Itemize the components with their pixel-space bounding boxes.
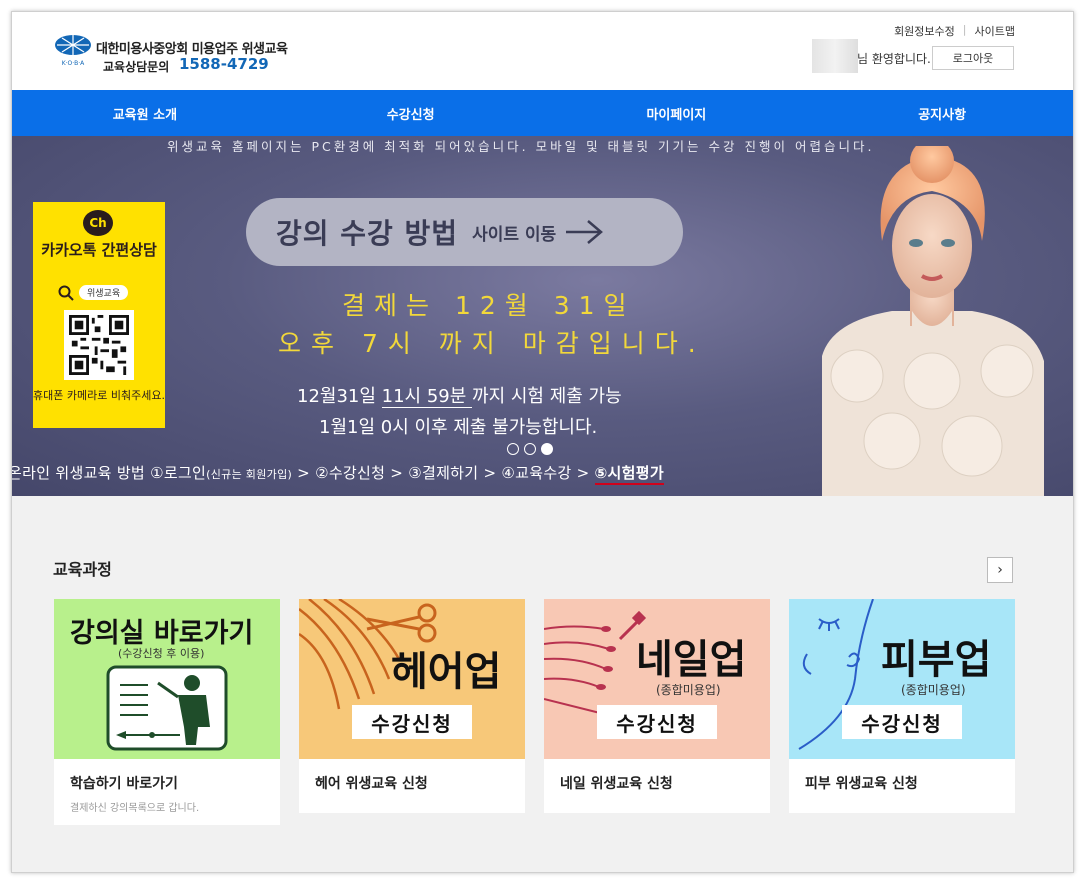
- card-title[interactable]: 피부 위생교육 신청: [789, 759, 1015, 793]
- main-nav: 교육원 소개 수강신청 마이페이지 공지사항: [12, 90, 1073, 136]
- course-card-hair[interactable]: 헤어업 수강신청 헤어 위생교육 신청: [299, 599, 525, 813]
- next-arrow-button[interactable]: ›: [987, 557, 1013, 583]
- nav-about[interactable]: 교육원 소개: [12, 90, 278, 136]
- course-card-classroom[interactable]: 강의실 바로가기 (수강신청 후 이용) 학습하기 바로가기 결제하신 강의목록…: [54, 599, 280, 825]
- qr-code: [64, 310, 134, 380]
- arrow-right-icon: [566, 220, 604, 244]
- card-description: 결제하신 강의목록으로 갑니다.: [70, 803, 200, 814]
- slider-dots: [507, 443, 553, 455]
- kakao-instruction: 휴대폰 카메라로 비춰주세요.: [33, 389, 165, 402]
- how-to-site-button[interactable]: 강의 수강 방법 사이트 이동: [246, 198, 683, 266]
- pill-main-text: 강의 수강 방법: [276, 217, 459, 250]
- top-links: 회원정보수정 | 사이트맵: [894, 23, 1015, 39]
- edit-profile-link[interactable]: 회원정보수정: [894, 23, 955, 39]
- kakao-title: 카카오톡 간편상담: [41, 241, 157, 259]
- course-card-skin[interactable]: 피부업 (종합미용업) 수강신청 피부 위생교육 신청: [789, 599, 1015, 813]
- exam-closed-info: 1월1일 0시 이후 제출 불가능합니다.: [319, 417, 598, 438]
- apply-button[interactable]: 수강신청: [597, 705, 717, 739]
- sitemap-link[interactable]: 사이트맵: [975, 23, 1015, 39]
- hero-banner[interactable]: 위생교육 홈페이지는 PC환경에 최적화 되어있습니다. 모바일 및 태블릿 기…: [12, 136, 1073, 496]
- deadline-line-1: 결제는 12월 31일: [342, 291, 636, 320]
- logout-button[interactable]: 로그아웃: [932, 46, 1014, 70]
- model-illustration: [822, 146, 1044, 496]
- slide-dot-3[interactable]: [541, 443, 553, 455]
- koba-logo-icon[interactable]: K·O·B·A: [53, 31, 93, 71]
- card-image-subtitle: (종합미용업): [901, 683, 966, 697]
- deadline-line-2: 오후 7시 까지 마감입니다.: [278, 329, 706, 358]
- card-title[interactable]: 헤어 위생교육 신청: [299, 759, 525, 793]
- svg-text:K·O·B·A: K·O·B·A: [62, 60, 85, 67]
- link-divider: |: [962, 23, 967, 36]
- apply-button[interactable]: 수강신청: [842, 705, 962, 739]
- section-title: 교육과정: [53, 560, 112, 579]
- nav-enroll[interactable]: 수강신청: [278, 90, 544, 136]
- slide-dot-2[interactable]: [524, 443, 536, 455]
- site-header: K·O·B·A 대한미용사중앙회 미용업주 위생교육 교육상담문의 1588-4…: [12, 12, 1073, 90]
- card-image-subtitle: (수강신청 후 이용): [118, 647, 205, 660]
- hair-image[interactable]: 헤어업 수강신청: [299, 599, 525, 759]
- card-image-title: 헤어업: [391, 649, 502, 695]
- consult-phone: 1588-4729: [179, 55, 269, 73]
- search-icon: [58, 285, 74, 301]
- kakao-channel-icon: Ch: [83, 210, 113, 236]
- apply-button[interactable]: 수강신청: [352, 705, 472, 739]
- classroom-image[interactable]: 강의실 바로가기 (수강신청 후 이용): [54, 599, 280, 759]
- course-card-nail[interactable]: 네일업 (종합미용업) 수강신청 네일 위생교육 신청: [544, 599, 770, 813]
- card-image-title: 네일업: [636, 637, 747, 683]
- browser-frame: K·O·B·A 대한미용사중앙회 미용업주 위생교육 교육상담문의 1588-4…: [11, 11, 1074, 873]
- welcome-text: 님 환영합니다.: [857, 52, 931, 66]
- qr-code-icon: [69, 315, 129, 375]
- pc-notice: 위생교육 홈페이지는 PC환경에 최적화 되어있습니다. 모바일 및 태블릿 기…: [167, 139, 875, 154]
- kakao-consult-box[interactable]: Ch 카카오톡 간편상담 위생교육 휴대폰 카메라로 비춰주세요.: [33, 202, 165, 428]
- nav-notice[interactable]: 공지사항: [809, 90, 1073, 136]
- kakao-search-tag: 위생교육: [79, 285, 129, 300]
- exam-deadline-info: 12월31일 11시 59분 까지 시험 제출 가능: [297, 386, 622, 408]
- nav-mypage[interactable]: 마이페이지: [544, 90, 810, 136]
- card-image-title: 피부업: [881, 637, 992, 683]
- education-steps: 온라인 위생교육 방법 ①로그인(신규는 회원가입) > ②수강신청 > ③결제…: [12, 462, 664, 485]
- card-image-subtitle: (종합미용업): [656, 683, 721, 697]
- consult-label: 교육상담문의: [103, 60, 170, 74]
- blurred-username: [812, 39, 858, 73]
- pill-sub-text: 사이트 이동: [472, 224, 557, 245]
- card-title[interactable]: 학습하기 바로가기: [54, 759, 280, 793]
- card-title[interactable]: 네일 위생교육 신청: [544, 759, 770, 793]
- skin-image[interactable]: 피부업 (종합미용업) 수강신청: [789, 599, 1015, 759]
- nail-image[interactable]: 네일업 (종합미용업) 수강신청: [544, 599, 770, 759]
- teacher-board-icon: [106, 665, 228, 751]
- slide-dot-1[interactable]: [507, 443, 519, 455]
